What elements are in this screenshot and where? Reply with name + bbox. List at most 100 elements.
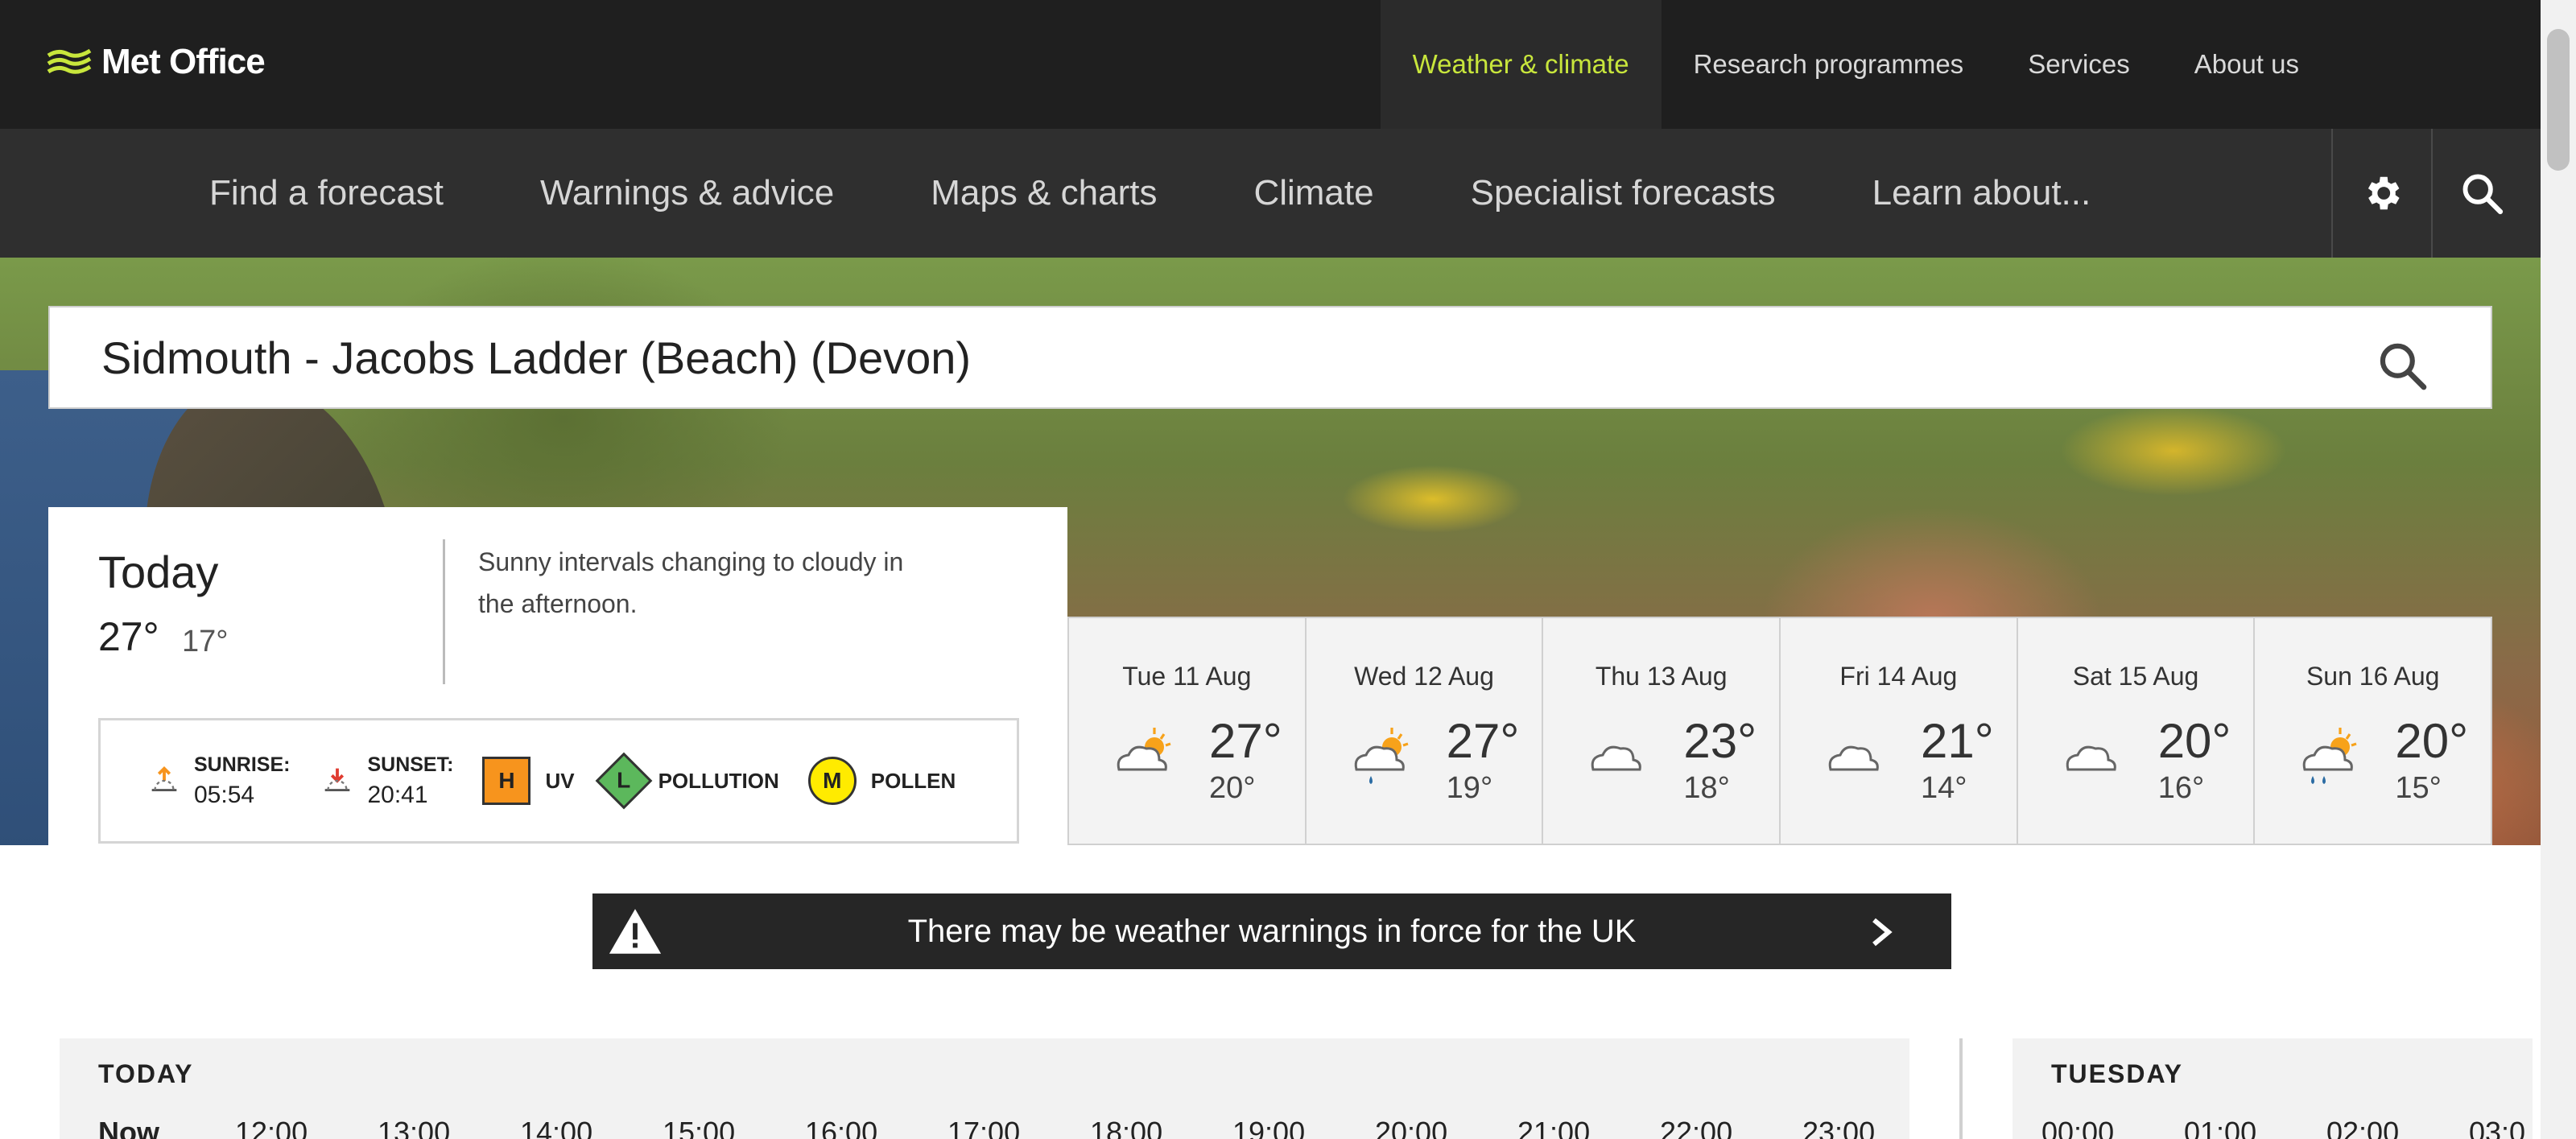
hour-cell[interactable]: 02:00	[2326, 1116, 2469, 1139]
hour-cell[interactable]: 16:00	[805, 1116, 947, 1139]
today-high-temp: 27°	[98, 614, 159, 659]
sunset-label: SUNSET:	[367, 753, 454, 776]
nav-specialist-forecasts[interactable]: Specialist forecasts	[1471, 173, 1776, 213]
top-nav-weather-climate[interactable]: Weather & climate	[1380, 0, 1662, 129]
hour-cell[interactable]: 01:00	[2184, 1116, 2326, 1139]
top-nav-about-us[interactable]: About us	[2162, 0, 2541, 129]
warning-banner-text: There may be weather warnings in force f…	[907, 913, 1637, 949]
hourly-divider	[1959, 1038, 1963, 1139]
nav-learn-about[interactable]: Learn about...	[1872, 173, 2091, 213]
hour-cell[interactable]: 14:00	[520, 1116, 663, 1139]
hourly-forecast-today: TODAY Now 12:00 13:00 14:00 15:00 16:00 …	[60, 1038, 1909, 1139]
day-tab-wed[interactable]: Wed 12 Aug 27° 19°	[1304, 617, 1542, 845]
hour-cell[interactable]: 19:00	[1232, 1116, 1375, 1139]
day-tab-tue[interactable]: Tue 11 Aug 27° 20°	[1067, 617, 1305, 845]
weather-warnings-banner[interactable]: There may be weather warnings in force f…	[592, 893, 1951, 969]
day-tab-label: Wed 12 Aug	[1354, 662, 1494, 691]
sunset-stat: SUNSET: 20:41	[319, 753, 453, 809]
pollen-badge: M	[807, 757, 857, 805]
uv-label: UV	[545, 768, 575, 793]
pollution-stat[interactable]: L POLLUTION	[595, 752, 779, 810]
hour-cell[interactable]: 21:00	[1517, 1116, 1660, 1139]
hour-cell[interactable]: 15:00	[663, 1116, 805, 1139]
chevron-right-icon	[1872, 918, 1893, 947]
top-nav-research-programmes[interactable]: Research programmes	[1662, 0, 1996, 129]
day-low-temp: 20°	[1209, 771, 1256, 805]
sunrise-label: SUNRISE:	[194, 753, 291, 776]
hour-cell[interactable]: 03:0	[2469, 1116, 2533, 1139]
day-tab-label: Thu 13 Aug	[1595, 662, 1728, 691]
hour-cell[interactable]: 13:00	[378, 1116, 520, 1139]
hour-cell[interactable]: 18:00	[1090, 1116, 1232, 1139]
nav-climate[interactable]: Climate	[1253, 173, 1373, 213]
today-low-temp: 17°	[182, 625, 229, 658]
hour-cell[interactable]: 00:00	[2041, 1116, 2184, 1139]
hourly-tuesday-hours: 00:00 01:00 02:00 03:0	[2041, 1116, 2533, 1139]
warning-triangle-icon	[609, 909, 662, 954]
hourly-forecast-tuesday: TUESDAY 00:00 01:00 02:00 03:0	[2013, 1038, 2533, 1139]
sunset-time: 20:41	[367, 781, 428, 808]
logo-wave-icon	[47, 48, 92, 74]
day-low-temp: 18°	[1683, 771, 1730, 805]
sun-cloud-rain-icon	[2303, 728, 2357, 784]
top-nav-services[interactable]: Services	[1996, 0, 2162, 129]
forecast-day-tabs: Tue 11 Aug 27° 20° Wed 12 Aug 27° 19° Th…	[1067, 617, 2493, 845]
sunrise-time: 05:54	[194, 781, 255, 808]
day-tab-label: Fri 14 Aug	[1839, 662, 1958, 691]
day-tab-sat[interactable]: Sat 15 Aug 20° 16°	[2016, 617, 2254, 845]
pollen-label: POLLEN	[870, 768, 956, 793]
nav-warnings-advice[interactable]: Warnings & advice	[540, 173, 834, 213]
hour-cell[interactable]: 20:00	[1375, 1116, 1517, 1139]
location-search-input[interactable]: Sidmouth - Jacobs Ladder (Beach) (Devon)	[48, 306, 2492, 409]
hour-cell[interactable]: 22:00	[1660, 1116, 1802, 1139]
cloud-icon	[1591, 745, 1642, 771]
day-low-temp: 16°	[2157, 771, 2205, 805]
scrollbar-thumb[interactable]	[2547, 29, 2570, 171]
pollution-badge: L	[595, 752, 652, 810]
day-tab-label: Sun 16 Aug	[2306, 662, 2440, 691]
hourly-today-title: TODAY	[98, 1059, 194, 1088]
cloud-icon	[1828, 745, 1879, 771]
day-tab-label: Tue 11 Aug	[1122, 662, 1252, 691]
day-tab-thu[interactable]: Thu 13 Aug 23° 18°	[1542, 617, 1780, 845]
site-search-button[interactable]	[2431, 129, 2531, 258]
logo-text: Met Office	[101, 42, 266, 81]
today-title: Today	[98, 547, 219, 597]
search-icon	[2462, 174, 2504, 215]
pollution-label: POLLUTION	[658, 768, 779, 793]
day-high-temp: 23°	[1683, 714, 1757, 768]
hourly-today-hours: Now 12:00 13:00 14:00 15:00 16:00 17:00 …	[98, 1116, 1909, 1139]
sunrise-stat: SUNRISE: 05:54	[146, 753, 290, 809]
nav-find-a-forecast[interactable]: Find a forecast	[209, 173, 444, 213]
hour-now[interactable]: Now	[98, 1116, 235, 1139]
hourly-tuesday-title: TUESDAY	[2051, 1059, 2183, 1088]
today-card[interactable]: Today 27° 17° Sunny intervals changing t…	[48, 507, 1067, 845]
day-tab-label: Sat 15 Aug	[2072, 662, 2199, 691]
top-nav: Weather & climate Research programmes Se…	[1380, 0, 2541, 129]
search-icon[interactable]	[2375, 338, 2429, 393]
hour-cell[interactable]: 17:00	[947, 1116, 1090, 1139]
settings-button[interactable]	[2331, 129, 2431, 258]
hour-cell[interactable]: 12:00	[235, 1116, 378, 1139]
day-high-temp: 27°	[1446, 714, 1520, 768]
sunset-icon	[325, 768, 350, 791]
gear-icon	[2368, 176, 2400, 210]
top-bar: Met Office Weather & climate Research pr…	[0, 0, 2541, 129]
day-tab-fri[interactable]: Fri 14 Aug 21° 14°	[1779, 617, 2017, 845]
today-summary: Sunny intervals changing to cloudy in th…	[478, 547, 904, 618]
today-stats-panel: SUNRISE: 05:54 SUNSET: 20:41 H UV L POLL…	[98, 718, 1019, 844]
day-high-temp: 20°	[2395, 714, 2469, 768]
sun-cloud-icon	[1117, 728, 1171, 771]
nav-maps-charts[interactable]: Maps & charts	[931, 173, 1157, 213]
sun-cloud-rain-icon	[1354, 728, 1409, 784]
day-high-temp: 27°	[1209, 714, 1282, 768]
uv-stat[interactable]: H UV	[482, 757, 575, 805]
day-high-temp: 20°	[2157, 714, 2231, 768]
hour-cell[interactable]: 23:00	[1802, 1116, 1909, 1139]
day-high-temp: 21°	[1921, 714, 1994, 768]
day-tab-sun[interactable]: Sun 16 Aug 20° 15°	[2253, 617, 2493, 845]
pollen-stat[interactable]: M POLLEN	[807, 757, 956, 805]
page-scrollbar[interactable]	[2541, 0, 2576, 1139]
uv-badge: H	[482, 757, 531, 805]
met-office-logo[interactable]: Met Office	[47, 42, 266, 82]
